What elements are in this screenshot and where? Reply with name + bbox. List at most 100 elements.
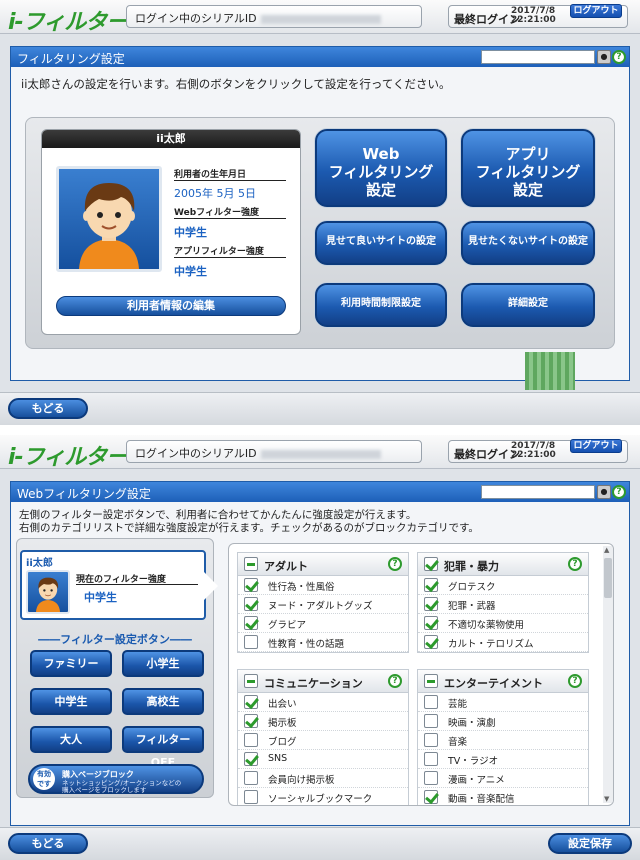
list-item[interactable]: グラビア <box>238 614 408 633</box>
item-checkbox[interactable] <box>244 616 258 630</box>
item-checkbox[interactable] <box>424 578 438 592</box>
list-item[interactable]: 映画・演劇 <box>418 712 588 731</box>
scrollbar-thumb[interactable] <box>604 558 612 598</box>
item-label: 漫画・アニメ <box>448 775 505 786</box>
filter-high-school-button[interactable]: 高校生 <box>122 688 204 715</box>
search-input[interactable] <box>481 485 595 499</box>
logout-button[interactable]: ログアウト <box>570 4 622 18</box>
list-item[interactable]: カルト・テロリズム <box>418 633 588 652</box>
help-icon[interactable]: ? <box>388 674 402 688</box>
block-sites-button[interactable]: 見せたくないサイトの設定 <box>461 221 595 265</box>
purchase-block-toggle[interactable]: 有効 です 購入ページブロック ネットショッピング/オークションなどの 購入ペー… <box>28 764 204 794</box>
item-checkbox[interactable] <box>244 771 258 785</box>
web-filtering-screen: i-フィルター ログイン中のシリアルID 最終ログイン 2017/7/8 22:… <box>0 435 640 860</box>
help-icon[interactable]: ? <box>388 557 402 571</box>
item-checkbox[interactable] <box>244 695 258 709</box>
search-icon[interactable]: ● <box>597 50 611 64</box>
list-item[interactable]: 性教育・性の話題 <box>238 633 408 652</box>
item-checkbox[interactable] <box>244 752 258 766</box>
web-strength-value: 中学生 <box>174 226 207 239</box>
help-icon[interactable]: ? <box>568 557 582 571</box>
list-item[interactable]: 芸能 <box>418 693 588 712</box>
item-checkbox[interactable] <box>424 752 438 766</box>
list-item[interactable]: 会員向け掲示板 <box>238 769 408 788</box>
boy-avatar-icon <box>36 577 60 612</box>
scroll-up-icon[interactable]: ▲ <box>604 546 609 554</box>
last-login-time: 22:21:00 <box>511 450 556 460</box>
list-item[interactable]: グロテスク <box>418 576 588 595</box>
list-item[interactable]: 犯罪・武器 <box>418 595 588 614</box>
item-checkbox[interactable] <box>424 597 438 611</box>
item-checkbox[interactable] <box>244 597 258 611</box>
category-adult: アダルト? 性行為・性風俗 ヌード・アダルトグッズ グラビア 性教育・性の話題 <box>237 552 409 653</box>
purchase-block-description: ネットショッピング/オークションなどの 購入ページをブロックします <box>62 779 182 794</box>
item-checkbox[interactable] <box>244 790 258 804</box>
item-checkbox[interactable] <box>244 733 258 747</box>
list-item[interactable]: 漫画・アニメ <box>418 769 588 788</box>
time-limit-button[interactable]: 利用時間制限設定 <box>315 283 447 327</box>
item-checkbox[interactable] <box>244 578 258 592</box>
user-card: ii太郎 現在のフィルター強度 中学生 <box>20 550 206 620</box>
item-checkbox[interactable] <box>424 790 438 804</box>
item-checkbox[interactable] <box>244 714 258 728</box>
category-checkbox[interactable] <box>244 674 258 688</box>
back-button[interactable]: もどる <box>8 398 88 419</box>
list-item[interactable]: ヌード・アダルトグッズ <box>238 595 408 614</box>
item-checkbox[interactable] <box>244 635 258 649</box>
list-item[interactable]: 不適切な薬物使用 <box>418 614 588 633</box>
filter-off-button[interactable]: フィルターOFF <box>122 726 204 769</box>
category-header: コミュニケーション? <box>238 670 408 693</box>
allow-sites-button[interactable]: 見せて良いサイトの設定 <box>315 221 447 265</box>
category-communication: コミュニケーション? 出会い掲示板ブログ SNS 会員向け掲示板ソーシャルブックマーク <box>237 669 409 805</box>
filter-adult-button[interactable]: 大人 <box>30 726 112 753</box>
last-login-datetime: 2017/7/8 22:21:00 <box>511 7 556 25</box>
filter-junior-high-button[interactable]: 中学生 <box>30 688 112 715</box>
help-icon[interactable]: ? <box>568 674 582 688</box>
list-item[interactable]: ブログ <box>238 731 408 750</box>
edit-user-button[interactable]: 利用者情報の編集 <box>56 296 286 316</box>
list-item[interactable]: 音楽 <box>418 731 588 750</box>
filter-family-button[interactable]: ファミリー <box>30 650 112 677</box>
item-label: ソーシャルブックマーク <box>268 794 373 805</box>
page-title: フィルタリング設定 <box>17 52 125 66</box>
category-scrollbar[interactable]: ▲ ▼ <box>603 546 613 803</box>
help-icon[interactable]: ? <box>612 50 626 64</box>
item-checkbox[interactable] <box>424 771 438 785</box>
item-label: 芸能 <box>448 699 468 710</box>
item-checkbox[interactable] <box>424 695 438 709</box>
item-label: SNS <box>268 753 288 764</box>
item-label: ブログ <box>268 737 297 748</box>
category-checkbox[interactable] <box>244 557 258 571</box>
category-header: エンターテイメント? <box>418 670 588 693</box>
list-item[interactable]: 動画・音楽配信 <box>418 788 588 805</box>
app-filtering-button[interactable]: アプリ フィルタリング 設定 <box>461 129 595 207</box>
back-button[interactable]: もどる <box>8 833 88 854</box>
search-icon[interactable]: ● <box>597 485 611 499</box>
list-item[interactable]: TV・ラジオ <box>418 750 588 769</box>
list-item[interactable]: SNS <box>238 750 408 769</box>
list-item[interactable]: ソーシャルブックマーク <box>238 788 408 805</box>
category-name: コミュニケーション <box>264 677 363 690</box>
list-item[interactable]: 出会い <box>238 693 408 712</box>
web-filtering-button[interactable]: Web フィルタリング 設定 <box>315 129 447 207</box>
item-checkbox[interactable] <box>424 616 438 630</box>
logout-button[interactable]: ログアウト <box>570 439 622 453</box>
search-input[interactable] <box>481 50 595 64</box>
item-checkbox[interactable] <box>424 635 438 649</box>
save-settings-button[interactable]: 設定保存 <box>548 833 632 854</box>
item-checkbox[interactable] <box>424 733 438 747</box>
category-checkbox[interactable] <box>424 557 438 571</box>
detail-settings-button[interactable]: 詳細設定 <box>461 283 595 327</box>
category-checkbox[interactable] <box>424 674 438 688</box>
item-checkbox[interactable] <box>424 714 438 728</box>
item-label: 出会い <box>268 699 297 710</box>
item-label: 性行為・性風俗 <box>268 582 335 593</box>
filter-elementary-button[interactable]: 小学生 <box>122 650 204 677</box>
help-icon[interactable]: ? <box>612 485 626 499</box>
list-item[interactable]: 掲示板 <box>238 712 408 731</box>
serial-id-label: ログイン中のシリアルID <box>135 447 257 460</box>
scroll-down-icon[interactable]: ▼ <box>604 795 609 803</box>
serial-id-label: ログイン中のシリアルID <box>135 12 257 25</box>
list-item[interactable]: 性行為・性風俗 <box>238 576 408 595</box>
panel-titlebar: Webフィルタリング設定 ● ? <box>11 482 629 502</box>
